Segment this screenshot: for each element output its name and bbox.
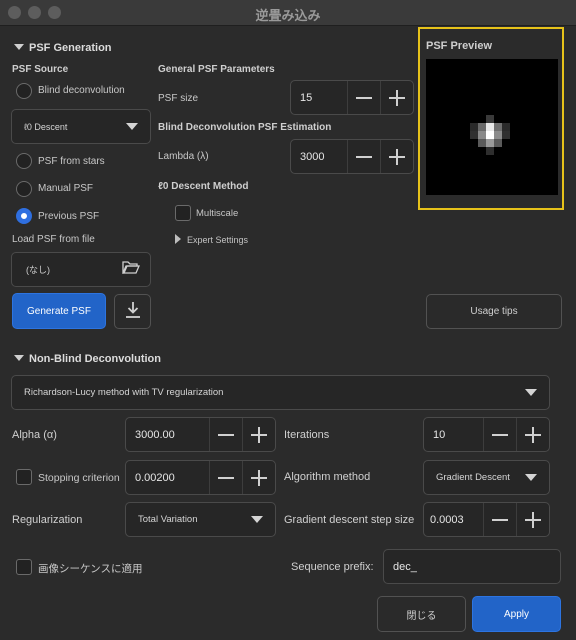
- alpha-value[interactable]: 3000.00: [126, 429, 209, 441]
- disclosure-triangle-icon: [14, 355, 24, 361]
- plus-icon[interactable]: [380, 140, 413, 173]
- step-size-value[interactable]: 0.0003: [424, 514, 483, 526]
- disclosure-triangle-icon: [175, 234, 181, 244]
- blind-method-select[interactable]: ℓ0 Descent: [11, 109, 151, 144]
- usage-tips-button[interactable]: Usage tips: [426, 294, 562, 329]
- lambda-value[interactable]: 3000: [291, 151, 347, 163]
- psf-file-chooser[interactable]: (なし): [11, 252, 151, 287]
- lambda-label: Lambda (λ): [158, 151, 209, 162]
- psf-size-spinner[interactable]: 15: [290, 80, 414, 115]
- sequence-prefix-input[interactable]: dec_: [383, 549, 561, 584]
- psf-file-value: (なし): [26, 265, 50, 275]
- algorithm-method-select[interactable]: Gradient Descent: [423, 460, 550, 495]
- chevron-down-icon: [126, 123, 138, 130]
- multiscale-checkbox[interactable]: [175, 205, 191, 221]
- apply-sequence-label: 画像シーケンスに適用: [38, 563, 143, 575]
- download-psf-button[interactable]: [114, 294, 151, 329]
- blind-method-value: ℓ0 Descent: [24, 121, 68, 132]
- manual-psf-radio[interactable]: [16, 181, 32, 197]
- plus-icon[interactable]: [380, 81, 413, 114]
- stopping-criterion-checkbox[interactable]: [16, 469, 32, 485]
- disclosure-triangle-icon: [14, 44, 24, 50]
- iterations-label: Iterations: [284, 429, 330, 441]
- regularization-label: Regularization: [12, 514, 83, 526]
- expert-settings-toggle[interactable]: Expert Settings: [175, 234, 248, 245]
- stopping-criterion-label: Stopping criterion: [38, 472, 120, 484]
- iterations-spinner[interactable]: 10: [423, 417, 550, 452]
- minus-icon[interactable]: [347, 140, 380, 173]
- apply-sequence-checkbox[interactable]: [16, 559, 32, 575]
- alpha-spinner[interactable]: 3000.00: [125, 417, 276, 452]
- regularization-value: Total Variation: [138, 514, 198, 525]
- multiscale-label: Multiscale: [196, 208, 239, 219]
- manual-psf-label: Manual PSF: [38, 183, 94, 194]
- step-size-label: Gradient descent step size: [284, 514, 415, 526]
- lambda-spinner[interactable]: 3000: [290, 139, 414, 174]
- window-title: 逆畳み込み: [255, 8, 321, 23]
- stopping-criterion-spinner[interactable]: 0.00200: [125, 460, 276, 495]
- alpha-label: Alpha (α): [12, 429, 57, 441]
- psf-preview-panel: PSF Preview: [418, 27, 564, 210]
- stopping-criterion-value[interactable]: 0.00200: [126, 472, 209, 484]
- chevron-down-icon: [525, 389, 537, 396]
- plus-icon[interactable]: [242, 418, 275, 451]
- psf-source-title: PSF Source: [12, 64, 69, 75]
- download-icon: [125, 301, 141, 322]
- folder-open-icon[interactable]: [122, 260, 140, 279]
- step-size-spinner[interactable]: 0.0003: [423, 502, 550, 537]
- chevron-down-icon: [525, 474, 537, 481]
- non-blind-header[interactable]: Non-Blind Deconvolution: [14, 353, 161, 365]
- non-blind-method-value: Richardson-Lucy method with TV regulariz…: [24, 387, 224, 398]
- regularization-select[interactable]: Total Variation: [125, 502, 276, 537]
- chevron-down-icon: [251, 516, 263, 523]
- load-psf-label: Load PSF from file: [12, 234, 95, 245]
- minus-icon[interactable]: [209, 461, 242, 494]
- iterations-value[interactable]: 10: [424, 429, 483, 441]
- algorithm-method-value: Gradient Descent: [436, 472, 510, 483]
- l0-method-title: ℓ0 Descent Method: [158, 181, 249, 192]
- minus-icon[interactable]: [347, 81, 380, 114]
- apply-button[interactable]: Apply: [472, 596, 561, 632]
- non-blind-method-select[interactable]: Richardson-Lucy method with TV regulariz…: [11, 375, 550, 410]
- blind-deconvolution-radio[interactable]: [16, 83, 32, 99]
- psf-size-value[interactable]: 15: [291, 92, 347, 104]
- blind-estimation-title: Blind Deconvolution PSF Estimation: [158, 122, 332, 133]
- psf-size-label: PSF size: [158, 93, 199, 104]
- blind-deconvolution-label: Blind deconvolution: [38, 85, 125, 96]
- psf-from-stars-label: PSF from stars: [38, 156, 105, 167]
- sequence-prefix-label: Sequence prefix:: [291, 561, 374, 573]
- previous-psf-label: Previous PSF: [38, 211, 100, 222]
- psf-generation-header[interactable]: PSF Generation: [14, 42, 112, 54]
- psf-preview-image: [426, 59, 558, 195]
- general-params-title: General PSF Parameters: [158, 64, 275, 75]
- minus-icon[interactable]: [483, 418, 516, 451]
- close-button[interactable]: 閉じる: [377, 596, 466, 632]
- minus-icon[interactable]: [209, 418, 242, 451]
- psf-from-stars-radio[interactable]: [16, 153, 32, 169]
- previous-psf-radio[interactable]: [16, 208, 32, 224]
- plus-icon[interactable]: [516, 503, 549, 536]
- plus-icon[interactable]: [242, 461, 275, 494]
- algorithm-method-label: Algorithm method: [284, 471, 371, 483]
- generate-psf-button[interactable]: Generate PSF: [12, 293, 106, 329]
- minus-icon[interactable]: [483, 503, 516, 536]
- plus-icon[interactable]: [516, 418, 549, 451]
- psf-preview-title: PSF Preview: [426, 40, 493, 52]
